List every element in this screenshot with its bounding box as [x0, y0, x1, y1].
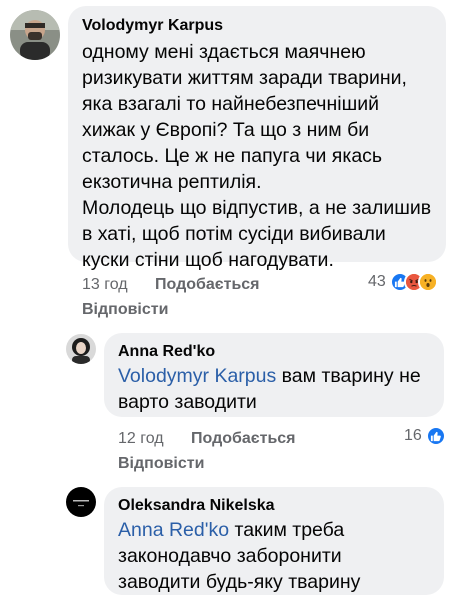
like-button[interactable]: Подобається [191, 430, 296, 448]
avatar-volodymyr[interactable] [10, 10, 60, 60]
comment-meta: 12 год Подобається [118, 430, 318, 450]
reaction-summary[interactable]: 16 [404, 426, 446, 446]
comment-author[interactable]: Oleksandra Nikelska [118, 497, 430, 515]
comment-bubble-anna: Anna Red'ko Volodymyr Karpus вам тварину… [104, 333, 444, 417]
wow-icon [417, 272, 438, 292]
reaction-summary[interactable]: 43 [368, 272, 438, 292]
comment-author[interactable]: Volodymyr Karpus [82, 17, 432, 35]
mention-link[interactable]: Volodymyr Karpus [118, 365, 276, 387]
reaction-count: 16 [404, 427, 422, 444]
comment-text: Volodymyr Karpus вам тварину не варто за… [118, 365, 421, 413]
comment-timestamp[interactable]: 12 год [118, 430, 164, 448]
comment-text: Anna Red'ko таким треба законодавчо забо… [118, 519, 361, 593]
reaction-count: 43 [368, 273, 386, 290]
comment-bubble-oleksandra: Oleksandra Nikelska Anna Red'ko таким тр… [104, 487, 444, 595]
like-button[interactable]: Подобається [155, 276, 260, 294]
reply-button[interactable]: Відповісти [82, 301, 168, 319]
comment-timestamp[interactable]: 13 год [82, 276, 128, 294]
reply-button[interactable]: Відповісти [118, 455, 204, 473]
comment-text: одному мені здається маячнею ризикувати … [82, 41, 432, 271]
avatar-oleksandra[interactable] [66, 487, 96, 517]
mention-link[interactable]: Anna Red'ko [118, 519, 229, 541]
comment-author[interactable]: Anna Red'ko [118, 343, 430, 361]
comment-bubble-volodymyr: Volodymyr Karpus одному мені здається ма… [68, 6, 446, 271]
like-icon [425, 426, 446, 446]
avatar-anna[interactable] [66, 334, 96, 364]
comment-meta: 13 год Подобається [82, 276, 282, 296]
